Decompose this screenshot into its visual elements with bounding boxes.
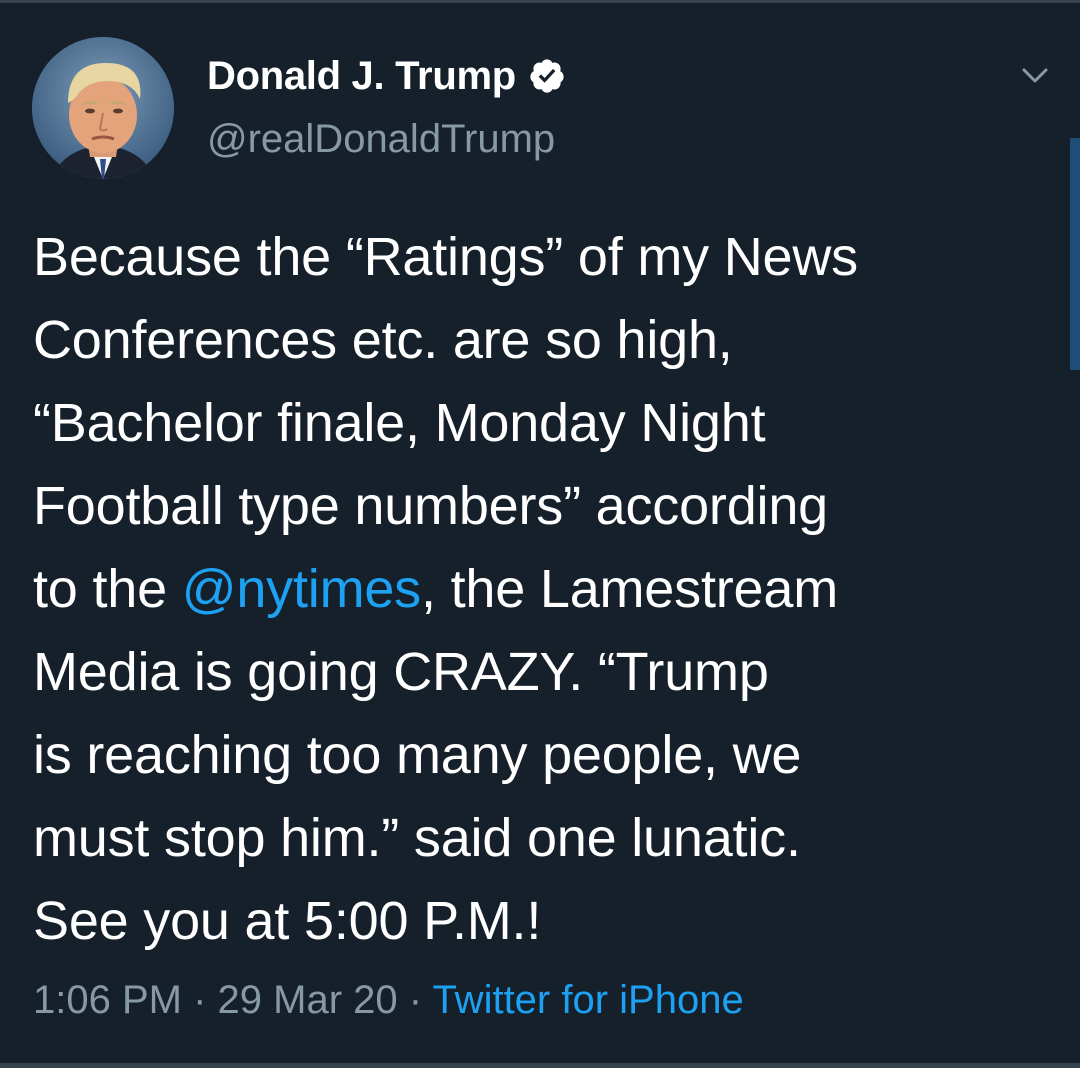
tweet-line: See you at 5:00 P.M.! — [33, 891, 542, 951]
tweet-meta: 1:06 PM · 29 Mar 20 · Twitter for iPhone — [33, 978, 744, 1023]
meta-separator: · — [181, 978, 218, 1022]
tweet-text: Because the “Ratings” of my News Confere… — [33, 216, 1053, 963]
tweet-line: Media is going CRAZY. “Trump — [33, 642, 769, 702]
tweet-line-with-mention: to the @nytimes, the Lamestream — [33, 548, 1053, 631]
bottom-divider — [0, 1063, 1080, 1068]
tweet-time[interactable]: 1:06 PM — [33, 978, 182, 1022]
avatar-portrait — [32, 37, 174, 179]
scrollbar[interactable] — [1070, 138, 1080, 370]
author-display-name[interactable]: Donald J. Trump — [207, 54, 516, 99]
tweet-line: is reaching too many people, we — [33, 725, 802, 785]
meta-separator: · — [397, 978, 433, 1022]
tweet-text-segment: to the — [33, 559, 182, 619]
mention-link-nytimes[interactable]: @nytimes — [182, 559, 421, 619]
top-divider — [0, 0, 1080, 3]
tweet-line: Football type numbers” according — [33, 476, 829, 536]
tweet-source-link[interactable]: Twitter for iPhone — [432, 978, 743, 1022]
tweet-date[interactable]: 29 Mar 20 — [218, 978, 398, 1022]
author-name-row: Donald J. Trump — [207, 52, 566, 100]
verified-badge-icon — [530, 59, 564, 93]
author-handle[interactable]: @realDonaldTrump — [207, 117, 555, 162]
chevron-down-icon[interactable] — [1017, 62, 1053, 90]
avatar[interactable] — [32, 37, 174, 179]
tweet-text-segment: , the Lamestream — [420, 559, 838, 619]
tweet-line: Because the “Ratings” of my News — [33, 227, 858, 287]
tweet-line: Conferences etc. are so high, — [33, 310, 733, 370]
tweet-line: “Bachelor finale, Monday Night — [33, 393, 766, 453]
tweet-line: must stop him.” said one lunatic. — [33, 808, 801, 868]
